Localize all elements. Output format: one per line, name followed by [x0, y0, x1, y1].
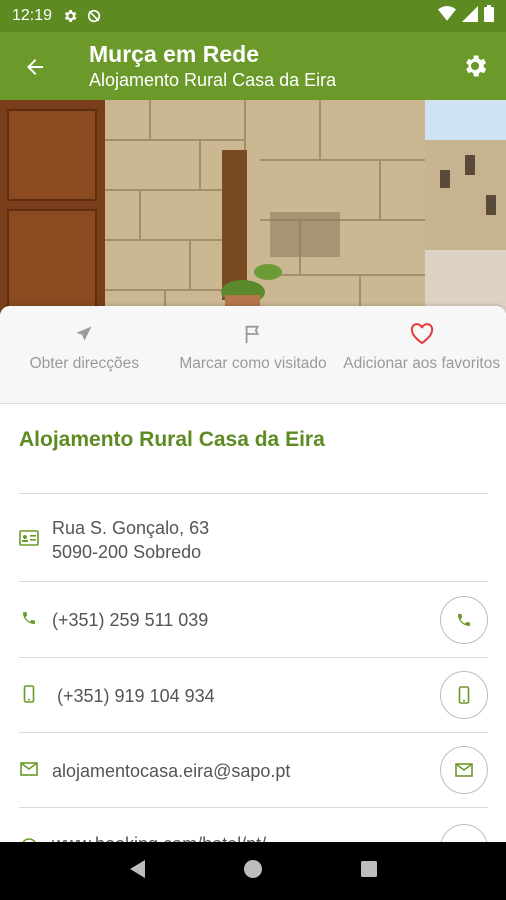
- recents-square-icon[interactable]: [360, 860, 378, 883]
- no-sync-icon: [86, 8, 102, 24]
- mark-visited-label: Marcar como visitado: [179, 355, 327, 372]
- app-title: Murça em Rede: [89, 41, 260, 67]
- signal-icon: [462, 5, 478, 27]
- mobile-phone-icon: [19, 685, 39, 703]
- flag-icon: [242, 320, 264, 348]
- add-favorites-button[interactable]: Adicionar aos favoritos: [337, 306, 506, 403]
- phone-row: (+351) 259 511 039: [19, 581, 488, 657]
- email-row: alojamentocasa.eira@sapo.pt: [19, 732, 488, 807]
- status-time: 12:19: [12, 7, 53, 24]
- get-directions-label: Obter direcções: [29, 355, 140, 372]
- place-details-sheet: Obter direcções Marcar como visitado Adi…: [0, 306, 506, 846]
- add-favorites-label: Adicionar aos favoritos: [343, 355, 501, 372]
- place-photo: [0, 100, 506, 315]
- get-directions-button[interactable]: Obter direcções: [0, 306, 169, 403]
- heart-icon: [410, 320, 434, 348]
- system-navigation-bar: [0, 842, 506, 900]
- address-line-1: Rua S. Gonçalo, 63: [52, 518, 210, 538]
- gear-icon[interactable]: [458, 49, 492, 83]
- contact-card-icon: [19, 530, 39, 546]
- navigation-arrow-icon: [74, 320, 94, 348]
- call-mobile-button[interactable]: [440, 671, 488, 719]
- address-line-2: 5090-200 Sobredo: [52, 542, 202, 562]
- app-subtitle: Alojamento Rural Casa da Eira: [89, 70, 337, 90]
- mobile-row: (+351) 919 104 934: [19, 657, 488, 732]
- place-title: Alojamento Rural Casa da Eira: [19, 428, 325, 451]
- phone-number: (+351) 259 511 039: [52, 610, 209, 630]
- call-phone-button[interactable]: [440, 596, 488, 644]
- send-email-button[interactable]: [440, 746, 488, 794]
- app-bar: Murça em Rede Alojamento Rural Casa da E…: [0, 32, 506, 100]
- website-row: www.booking.com/hotel/pt/: [19, 807, 488, 846]
- battery-icon: [484, 5, 494, 27]
- email-address: alojamentocasa.eira@sapo.pt: [52, 761, 291, 781]
- wifi-icon: [438, 5, 456, 27]
- home-circle-icon[interactable]: [243, 859, 263, 884]
- status-bar: 12:19: [0, 0, 506, 32]
- arrow-left-icon[interactable]: [20, 52, 50, 82]
- gear-icon: [62, 8, 78, 24]
- envelope-icon: [19, 762, 39, 776]
- phone-icon: [19, 610, 39, 626]
- action-bar: Obter direcções Marcar como visitado Adi…: [0, 306, 506, 404]
- address-row: Rua S. Gonçalo, 63 5090-200 Sobredo: [19, 493, 488, 581]
- mark-visited-button[interactable]: Marcar como visitado: [169, 306, 338, 403]
- back-triangle-icon[interactable]: [128, 859, 146, 884]
- mobile-number: (+351) 919 104 934: [57, 686, 215, 706]
